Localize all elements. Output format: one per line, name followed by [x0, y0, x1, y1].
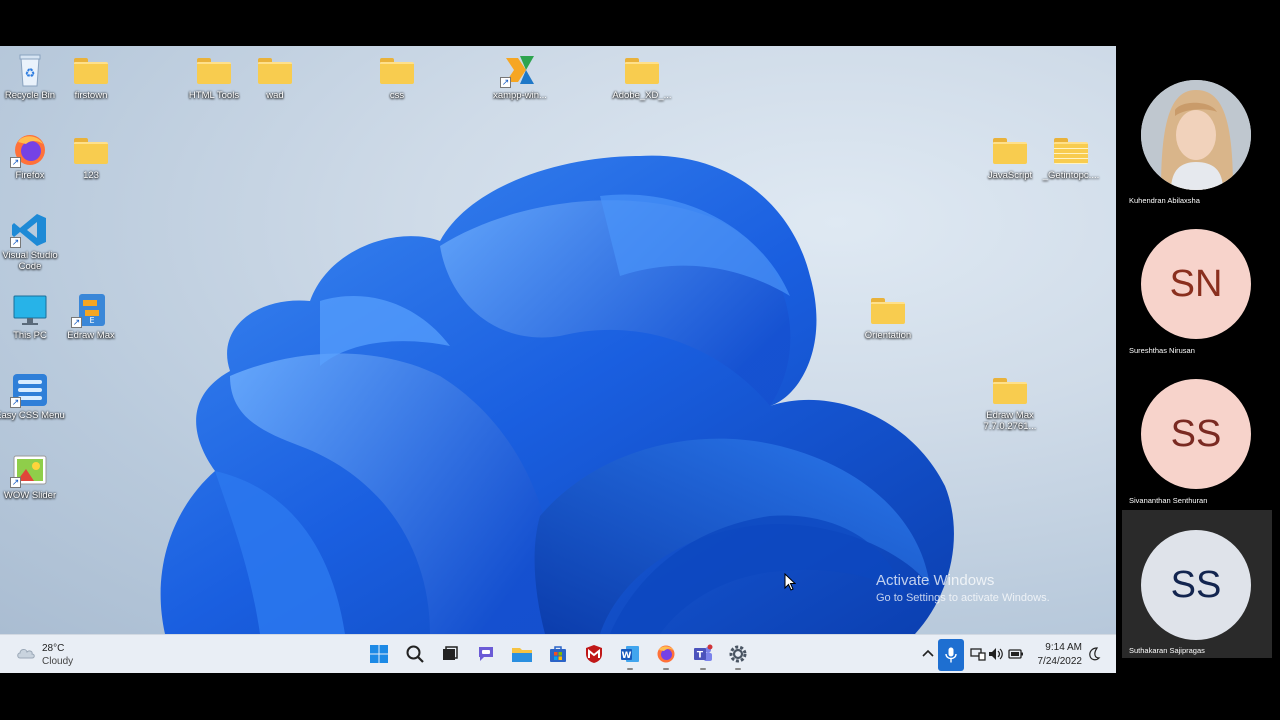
desktop-icon-orientation[interactable]: Orientation — [852, 292, 924, 341]
file-explorer-button[interactable] — [510, 642, 534, 666]
settings-icon — [729, 645, 747, 663]
system-tray: 9:14 AM 7/24/2022 — [918, 635, 1116, 674]
bloom-wallpaper — [160, 155, 954, 634]
desktop-icon-123[interactable]: 123 — [55, 132, 127, 181]
word-button[interactable]: W — [618, 642, 642, 670]
start-button[interactable] — [367, 642, 391, 666]
monitor-icon — [10, 292, 50, 328]
firefox-taskbar-button[interactable] — [654, 642, 678, 670]
folder-icon — [71, 132, 111, 168]
volume-icon[interactable] — [988, 646, 1004, 662]
participant-tile[interactable]: SN Sureshthas Nirusan — [1122, 214, 1272, 362]
activate-windows-watermark: Activate Windows Go to Settings to activ… — [876, 572, 1050, 604]
running-indicator — [735, 668, 741, 670]
avatar: SS — [1141, 379, 1251, 489]
desktop-icon-wow-slider[interactable]: ↗ WOW Slider — [0, 452, 66, 501]
xampp-icon: ↗ — [500, 52, 540, 88]
teams-icon: T — [694, 644, 713, 661]
search-button[interactable] — [403, 642, 427, 666]
participant-name: Kuhendran Abilaxsha — [1129, 196, 1200, 205]
folder-icon — [255, 52, 295, 88]
notifications-moon-icon[interactable] — [1086, 646, 1102, 662]
svg-text:W: W — [622, 651, 632, 661]
mcafee-icon — [586, 645, 602, 663]
recycle-bin-icon: ♻ — [10, 52, 50, 88]
screen-recording: ♻ Recycle Bin firstown HTML Tools wad cs… — [0, 0, 1280, 720]
store-icon — [550, 646, 566, 662]
participant-name: Sureshthas Nirusan — [1129, 346, 1195, 355]
weather-temperature: 28°C — [42, 643, 65, 654]
folder-icon — [194, 52, 234, 88]
weather-widget[interactable]: 28°C Cloudy — [14, 641, 94, 669]
running-indicator — [700, 668, 706, 670]
participant-tile[interactable]: SS Sivananthan Senthuran — [1122, 364, 1272, 512]
network-icon[interactable] — [970, 646, 986, 662]
mouse-pointer-icon — [784, 573, 796, 591]
clock[interactable]: 9:14 AM 7/24/2022 — [1032, 641, 1083, 669]
chat-button[interactable] — [474, 642, 498, 666]
desktop-icon-firstown[interactable]: firstown — [55, 52, 127, 101]
folder-icon — [71, 52, 111, 88]
chat-icon — [479, 647, 493, 661]
microphone-button[interactable] — [938, 639, 964, 671]
svg-text:♻: ♻ — [25, 66, 36, 80]
file-explorer-icon — [512, 648, 532, 662]
participant-tile-active-speaker[interactable]: SS Suthakaran Sajipragas — [1122, 510, 1272, 658]
firefox-icon: ↗ — [10, 132, 50, 168]
wow-slider-icon: ↗ — [10, 452, 50, 488]
settings-button[interactable] — [726, 642, 750, 670]
watermark-title: Activate Windows — [876, 572, 995, 589]
svg-text:E: E — [89, 316, 94, 325]
word-icon: W — [621, 646, 639, 662]
microphone-icon — [945, 647, 957, 663]
desktop[interactable]: ♻ Recycle Bin firstown HTML Tools wad cs… — [0, 46, 1116, 634]
desktop-icon-vscode[interactable]: ↗ Visual Studio Code — [0, 212, 66, 272]
mcafee-button[interactable] — [582, 642, 606, 666]
participant-name: Sivananthan Senthuran — [1129, 496, 1208, 505]
desktop-icon-edraw-max-folder[interactable]: Edraw Max 7.7.0.2761... — [974, 372, 1046, 432]
cloud-icon — [17, 649, 35, 659]
avatar — [1141, 80, 1251, 190]
taskbar: 28°C Cloudy W T 9:14 AM 7/24/2022 — [0, 634, 1116, 673]
easy-css-menu-icon: ↗ — [10, 372, 50, 408]
clock-time: 9:14 AM — [1045, 642, 1082, 653]
desktop-icon-wad[interactable]: wad — [239, 52, 311, 101]
chevron-up-icon[interactable] — [920, 646, 936, 662]
task-view-button[interactable] — [438, 642, 462, 666]
avatar: SN — [1141, 229, 1251, 339]
running-indicator — [627, 668, 633, 670]
participant-name: Suthakaran Sajipragas — [1129, 646, 1205, 655]
search-icon — [406, 645, 424, 663]
folder-icon — [377, 52, 417, 88]
desktop-icon-getintopc[interactable]: _Getintopc.... — [1035, 132, 1107, 181]
weather-condition: Cloudy — [42, 656, 74, 667]
watermark-subtitle: Go to Settings to activate Windows. — [876, 592, 1050, 604]
folder-icon — [1051, 132, 1091, 168]
folder-icon — [990, 372, 1030, 408]
microsoft-store-button[interactable] — [546, 642, 570, 666]
desktop-icon-edraw-max[interactable]: E ↗ Edraw Max — [55, 292, 127, 341]
avatar: SS — [1141, 530, 1251, 640]
edraw-icon: E ↗ — [71, 292, 111, 328]
desktop-icon-css[interactable]: css — [361, 52, 433, 101]
vscode-icon: ↗ — [10, 212, 50, 248]
folder-icon — [990, 132, 1030, 168]
battery-icon[interactable] — [1008, 646, 1024, 662]
participants-panel: Kuhendran Abilaxsha SN Sureshthas Nirusa… — [1116, 46, 1280, 673]
participant-photo — [1141, 80, 1251, 190]
folder-icon — [622, 52, 662, 88]
start-icon — [370, 645, 388, 663]
folder-icon — [868, 292, 908, 328]
participant-tile[interactable]: Kuhendran Abilaxsha — [1122, 64, 1272, 212]
firefox-icon — [657, 645, 675, 663]
clock-date: 7/24/2022 — [1037, 656, 1083, 667]
desktop-icon-adobe-xd[interactable]: Adobe_XD_... — [606, 52, 678, 101]
desktop-icon-xampp[interactable]: ↗ xampp-win... — [484, 52, 556, 101]
teams-button[interactable]: T — [691, 642, 715, 670]
task-view-icon — [443, 646, 458, 660]
svg-text:T: T — [697, 651, 704, 661]
desktop-icon-easy-css-menu[interactable]: ↗ Easy CSS Menu — [0, 372, 66, 421]
running-indicator — [663, 668, 669, 670]
